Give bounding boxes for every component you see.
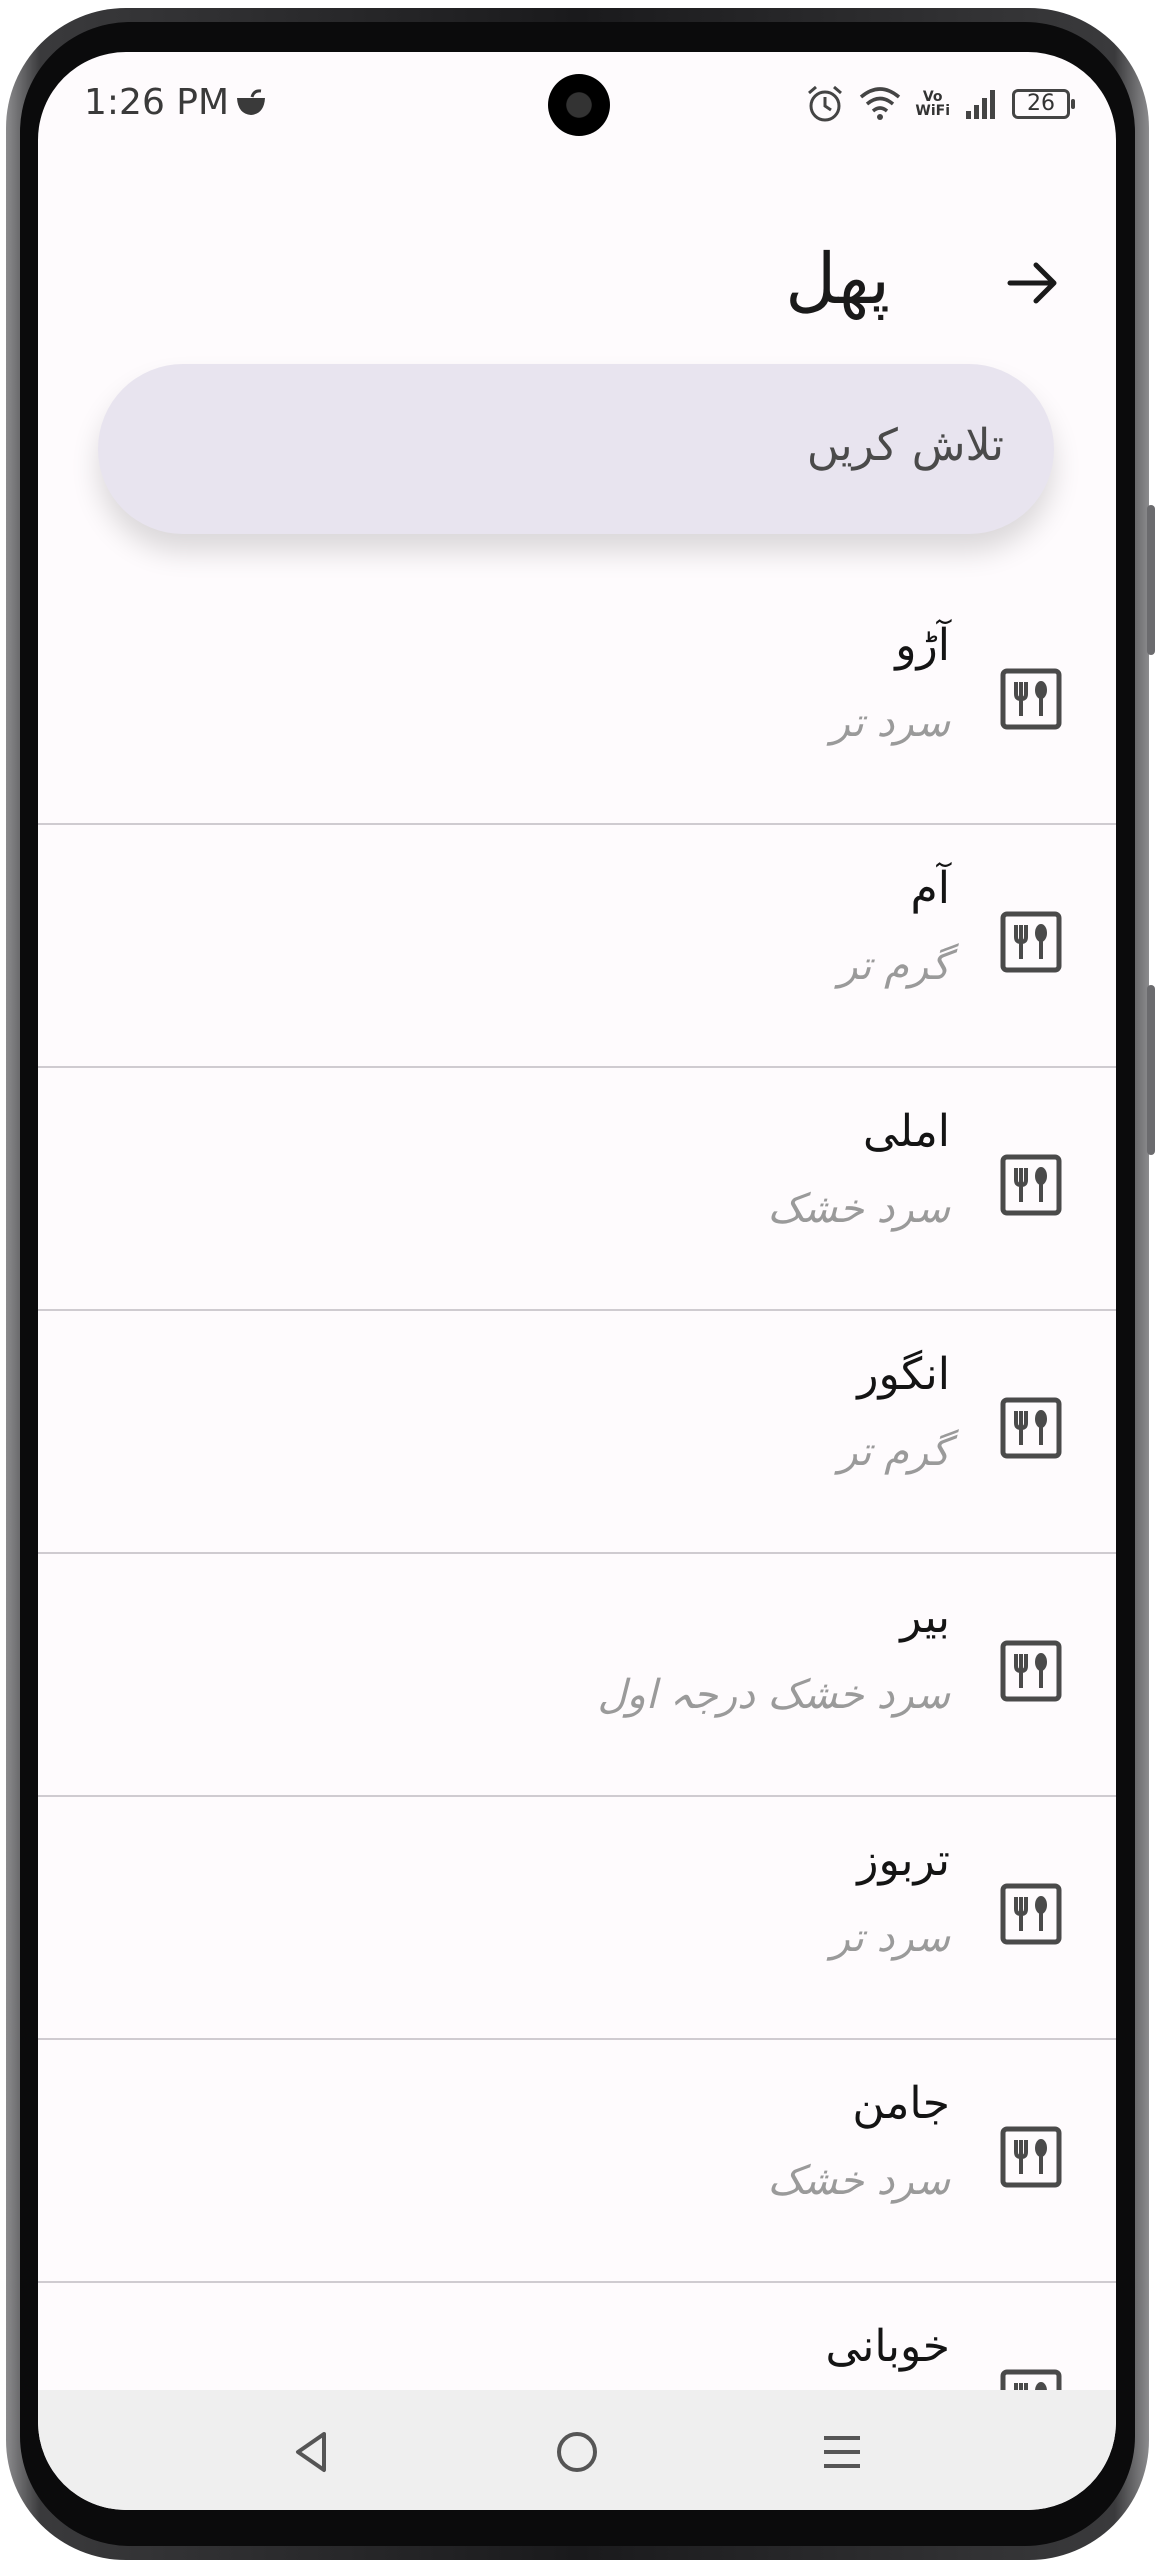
arrow-right-icon[interactable] <box>1006 256 1060 310</box>
vowifi-top: Vo <box>922 89 943 105</box>
vowifi-indicator: Vo WiFi <box>915 90 950 118</box>
vowifi-bottom: WiFi <box>915 103 950 119</box>
nav-home-icon[interactable] <box>549 2424 605 2480</box>
item-title: انگور <box>857 1349 950 1400</box>
signal-icon <box>966 90 995 119</box>
item-subtitle: گرم تر <box>838 1429 950 1475</box>
front-camera <box>548 74 610 136</box>
item-title: املی <box>862 1106 950 1157</box>
wifi-icon <box>860 87 901 120</box>
item-subtitle: سرد تر <box>830 1915 950 1961</box>
system-nav-bar <box>38 2390 1116 2510</box>
power-button <box>1147 985 1155 1155</box>
item-title: تربوز <box>857 1835 950 1886</box>
item-title: خوبانی <box>825 2321 950 2372</box>
item-subtitle: سرد تر <box>830 700 950 746</box>
item-title: آڑو <box>895 620 950 671</box>
list-item[interactable]: جامن سرد خشک <box>38 2040 1116 2283</box>
restaurant-icon <box>1000 1883 1062 1945</box>
list-item[interactable]: انگور گرم تر <box>38 1311 1116 1554</box>
page-title: پھل <box>785 238 890 320</box>
restaurant-icon <box>1000 2126 1062 2188</box>
search-placeholder: تلاش کریں <box>806 420 1004 471</box>
item-subtitle: سرد خشک درجہ اول <box>597 1672 950 1718</box>
list-item[interactable]: آڑو سرد تر <box>38 582 1116 825</box>
list-item[interactable]: املی سرد خشک <box>38 1068 1116 1311</box>
restaurant-icon <box>1000 1640 1062 1702</box>
item-subtitle: سرد خشک <box>767 1186 950 1232</box>
status-time: 1:26 PM <box>84 82 230 123</box>
search-input[interactable]: تلاش کریں <box>98 364 1054 534</box>
restaurant-icon <box>1000 1154 1062 1216</box>
alarm-icon <box>808 85 843 122</box>
restaurant-icon <box>1000 668 1062 730</box>
app-header: پھل <box>38 162 1116 320</box>
notification-app-icon <box>237 89 265 115</box>
battery-icon: 26 <box>1012 89 1075 119</box>
app-screen: 1:26 PM Vo WiFi 26 پھل تلاش کریں آڑو سرد… <box>38 52 1116 2510</box>
item-title: آم <box>910 863 950 914</box>
item-subtitle: گرم تر <box>838 943 950 989</box>
fruit-list: آڑو سرد تر آم گرم تر املی سرد خشک انگور … <box>38 582 1116 2510</box>
item-title: جامن <box>852 2078 950 2129</box>
volume-button <box>1147 505 1155 655</box>
restaurant-icon <box>1000 1397 1062 1459</box>
restaurant-icon <box>1000 911 1062 973</box>
status-icons: Vo WiFi 26 <box>805 82 1075 126</box>
item-title: بیر <box>900 1592 950 1643</box>
list-item[interactable]: تربوز سرد تر <box>38 1797 1116 2040</box>
list-item[interactable]: بیر سرد خشک درجہ اول <box>38 1554 1116 1797</box>
nav-recents-icon[interactable] <box>814 2424 870 2480</box>
item-subtitle: سرد خشک <box>767 2158 950 2204</box>
nav-back-icon[interactable] <box>284 2424 340 2480</box>
status-bar: 1:26 PM Vo WiFi 26 <box>38 52 1116 162</box>
list-item[interactable]: آم گرم تر <box>38 825 1116 1068</box>
